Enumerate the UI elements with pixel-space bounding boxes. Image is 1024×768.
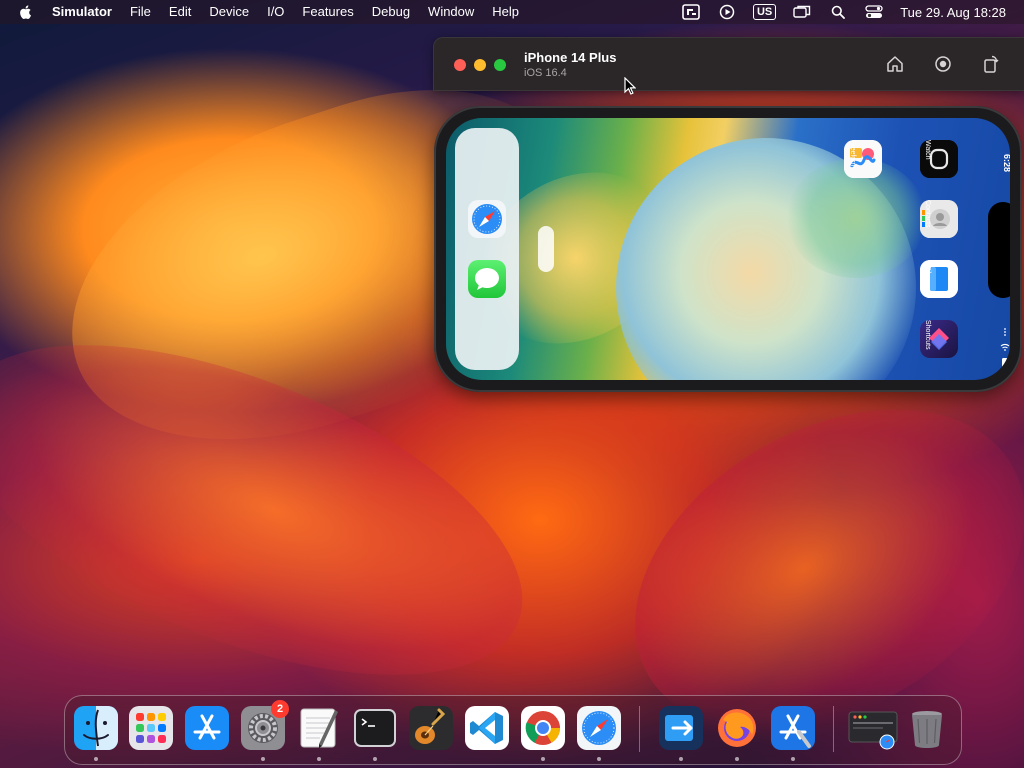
terminal-icon: [354, 709, 396, 747]
menu-app-simulator[interactable]: Simulator: [52, 0, 121, 24]
dock-terminal[interactable]: [353, 706, 397, 750]
os-version: iOS 16.4: [524, 67, 567, 79]
dock-launchpad[interactable]: [129, 706, 173, 750]
rotate-icon: [984, 55, 999, 73]
device-name: iPhone 14 Plus: [524, 50, 617, 65]
dock-separator-2: [833, 706, 834, 752]
launchpad-icon: [129, 706, 173, 750]
dock-chrome[interactable]: [521, 706, 565, 750]
safari-icon: [577, 706, 621, 750]
close-window-button[interactable]: [454, 59, 466, 71]
menu-features[interactable]: Features: [293, 0, 362, 24]
screen-recorder-status-icon[interactable]: [681, 4, 701, 20]
firefox-icon: [718, 709, 756, 747]
menu-edit[interactable]: Edit: [160, 0, 200, 24]
control-center-icon[interactable]: [864, 4, 884, 20]
app-label-freeform: Freeform: [849, 140, 856, 169]
minimize-window-button[interactable]: [474, 59, 486, 71]
dock-firefox[interactable]: [715, 706, 759, 750]
menu-io[interactable]: I/O: [258, 0, 293, 24]
chrome-icon: [521, 706, 565, 750]
dock-instruments[interactable]: [409, 706, 453, 750]
textedit-icon: [300, 708, 338, 748]
app-label-watch: Watch: [924, 140, 931, 160]
dock-xcode[interactable]: [771, 706, 815, 750]
menu-window[interactable]: Window: [419, 0, 483, 24]
spotlight-search-icon[interactable]: [828, 4, 848, 20]
ios-status-time: 6:28: [1002, 154, 1010, 173]
input-source-indicator[interactable]: US: [752, 4, 777, 20]
recent-window-icon: [848, 711, 898, 750]
finder-icon: [74, 706, 118, 750]
vscode-icon: [465, 706, 509, 750]
rotate-button[interactable]: [980, 53, 1002, 75]
app-label-shortcuts: Shortcuts: [924, 320, 931, 350]
dock-system-settings[interactable]: 2: [241, 700, 289, 750]
dock-textedit[interactable]: [297, 706, 341, 750]
instruments-icon: [409, 706, 453, 750]
app-store-icon: [185, 706, 229, 750]
dock-finder[interactable]: [74, 706, 118, 750]
dock-app-store[interactable]: [185, 706, 229, 750]
menu-debug[interactable]: Debug: [363, 0, 419, 24]
home-button[interactable]: [884, 53, 906, 75]
apple-menu-icon[interactable]: [18, 4, 34, 20]
menu-file[interactable]: File: [121, 0, 160, 24]
ios-safari-app[interactable]: [468, 200, 506, 238]
dock-safari[interactable]: [577, 706, 621, 750]
page-indicator[interactable]: [538, 226, 554, 272]
simulator-window-toolbar: iPhone 14 Plus iOS 16.4: [433, 37, 1024, 91]
ios-battery-wifi-icon: [1000, 328, 1010, 372]
ios-messages-app[interactable]: [468, 260, 506, 298]
dock-migration-assistant[interactable]: [659, 706, 703, 750]
notification-badge: 2: [271, 700, 289, 718]
iphone-home-screen[interactable]: Freeform Watch Contacts Files Shortcuts …: [446, 118, 1010, 380]
safari-icon: [468, 200, 506, 238]
dock-trash[interactable]: [905, 706, 949, 750]
screenshot-button[interactable]: [932, 53, 954, 75]
app-label-files: Files: [924, 266, 931, 281]
menubar-clock[interactable]: Tue 29. Aug 18:28: [900, 5, 1006, 20]
dock-recent-window[interactable]: [847, 706, 901, 750]
trash-icon: [912, 711, 942, 748]
app-label-contacts: Contacts: [924, 200, 931, 228]
xcode-icon: [771, 706, 815, 750]
dock-separator: [639, 706, 640, 752]
migration-assistant-icon: [659, 706, 703, 750]
zoom-window-button[interactable]: [494, 59, 506, 71]
iphone-simulator-device: Freeform Watch Contacts Files Shortcuts …: [434, 106, 1022, 392]
screenshot-icon: [935, 56, 951, 72]
ios-app-switcher-dock: [455, 128, 519, 370]
mouse-cursor-icon: [624, 77, 636, 95]
macos-dock: 2: [64, 695, 962, 765]
display-mirror-icon[interactable]: [792, 4, 812, 20]
home-icon: [887, 56, 903, 72]
messages-icon: [475, 268, 499, 290]
menu-bar: Simulator File Edit Device I/O Features …: [0, 0, 1024, 24]
dock-vscode[interactable]: [465, 706, 509, 750]
menu-device[interactable]: Device: [200, 0, 258, 24]
play-status-icon[interactable]: [717, 4, 737, 20]
menu-help[interactable]: Help: [483, 0, 528, 24]
dynamic-island: [988, 202, 1010, 298]
